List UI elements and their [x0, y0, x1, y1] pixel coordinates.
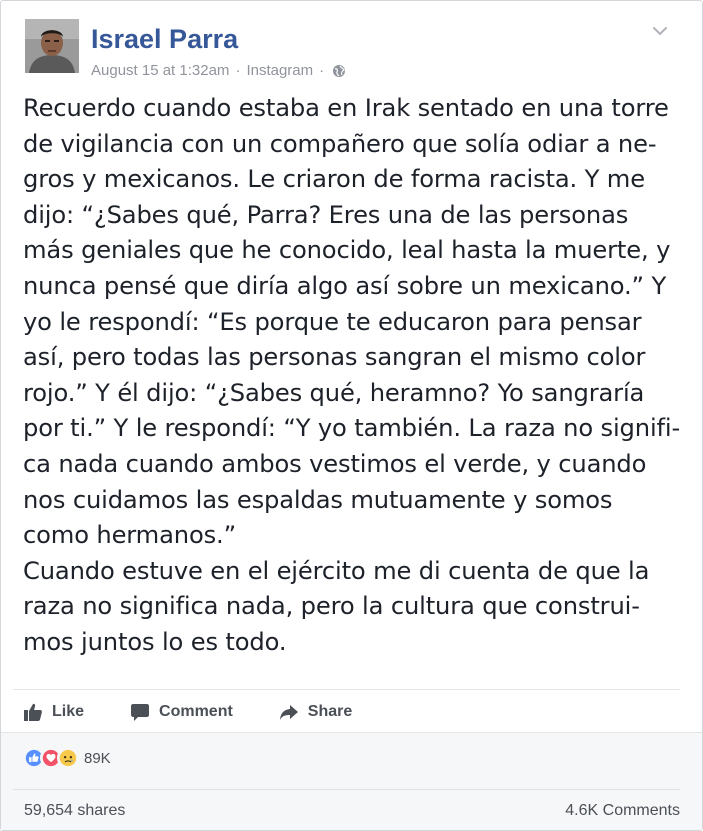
post-text-line: ca nada cuando ambos vestimos el verde, … — [23, 449, 647, 478]
post-text-line: raza no significa nada, pero la cultura … — [23, 592, 640, 621]
post-text-line: gros y mexicanos. Le criaron de forma ra… — [23, 165, 645, 194]
post-text-line: rojo.” Y él dijo: “¿Sabes qué, heramno? … — [23, 378, 645, 407]
shares-count[interactable]: 59,654 shares — [24, 802, 125, 820]
post-source[interactable]: Instagram — [246, 62, 313, 79]
avatar[interactable] — [25, 19, 79, 73]
chevron-down-icon[interactable] — [652, 25, 668, 37]
meta-separator: · — [235, 62, 241, 79]
reactions-footer: 89K 59,654 shares 4.6K Comments — [1, 732, 702, 830]
share-arrow-icon — [279, 705, 298, 720]
thumbs-up-icon — [24, 703, 42, 721]
post-text-line: nos cuidamos las espaldas mutuamente y s… — [23, 485, 613, 514]
globe-icon[interactable] — [332, 64, 346, 78]
reaction-count: 89K — [84, 749, 111, 767]
meta-separator: · — [319, 62, 325, 79]
comment-label: Comment — [159, 703, 233, 720]
post-timestamp[interactable]: August 15 at 1:32am — [91, 62, 229, 79]
comments-count[interactable]: 4.6K Comments — [565, 802, 680, 820]
post-text-line: dijo: “¿Sabes qué, Parra? Eres una de la… — [23, 200, 629, 229]
comment-icon — [131, 704, 150, 721]
post-text-line: Recuerdo cuando estaba en Irak sentado e… — [23, 94, 669, 122]
post-text-line: así, pero todas las personas sangran el … — [23, 343, 646, 372]
share-label: Share — [307, 703, 353, 720]
sad-reaction-icon — [57, 747, 79, 769]
share-button[interactable]: Share — [279, 702, 352, 722]
avatar-photo — [25, 19, 79, 73]
post-text-line: como hermanos.” — [23, 521, 236, 550]
post-text-line: más geniales que he conocido, leal hasta… — [23, 236, 671, 265]
divider — [13, 689, 680, 690]
author-name[interactable]: Israel Parra — [91, 24, 238, 55]
post-text-line: nunca pensé que diría algo así sobre un … — [23, 271, 667, 300]
facebook-post: Israel Parra August 15 at 1:32am · Insta… — [0, 0, 703, 831]
reactions-summary[interactable]: 89K — [23, 747, 111, 769]
post-text-line: Cuando estuve en el ejército me di cuent… — [23, 556, 650, 585]
post-header: Israel Parra August 15 at 1:32am · Insta… — [25, 19, 690, 79]
post-text-line: yo le respondí: “Es porque te educaron p… — [23, 307, 642, 336]
like-button[interactable]: Like — [23, 702, 84, 722]
divider — [13, 789, 680, 790]
post-actions: Like Comment Share — [23, 699, 398, 725]
like-label: Like — [52, 703, 85, 720]
comment-button[interactable]: Comment — [130, 702, 233, 722]
post-meta: August 15 at 1:32am · Instagram · — [91, 62, 346, 79]
post-text-line: de vigilancia con un compañero que solía… — [23, 129, 657, 158]
post-text-line: por ti.” Y le respondí: “Y yo también. L… — [23, 414, 681, 443]
post-text: Recuerdo cuando estaba en Irak sentado e… — [23, 91, 687, 661]
post-text-line: mos juntos lo es todo. — [23, 627, 287, 656]
